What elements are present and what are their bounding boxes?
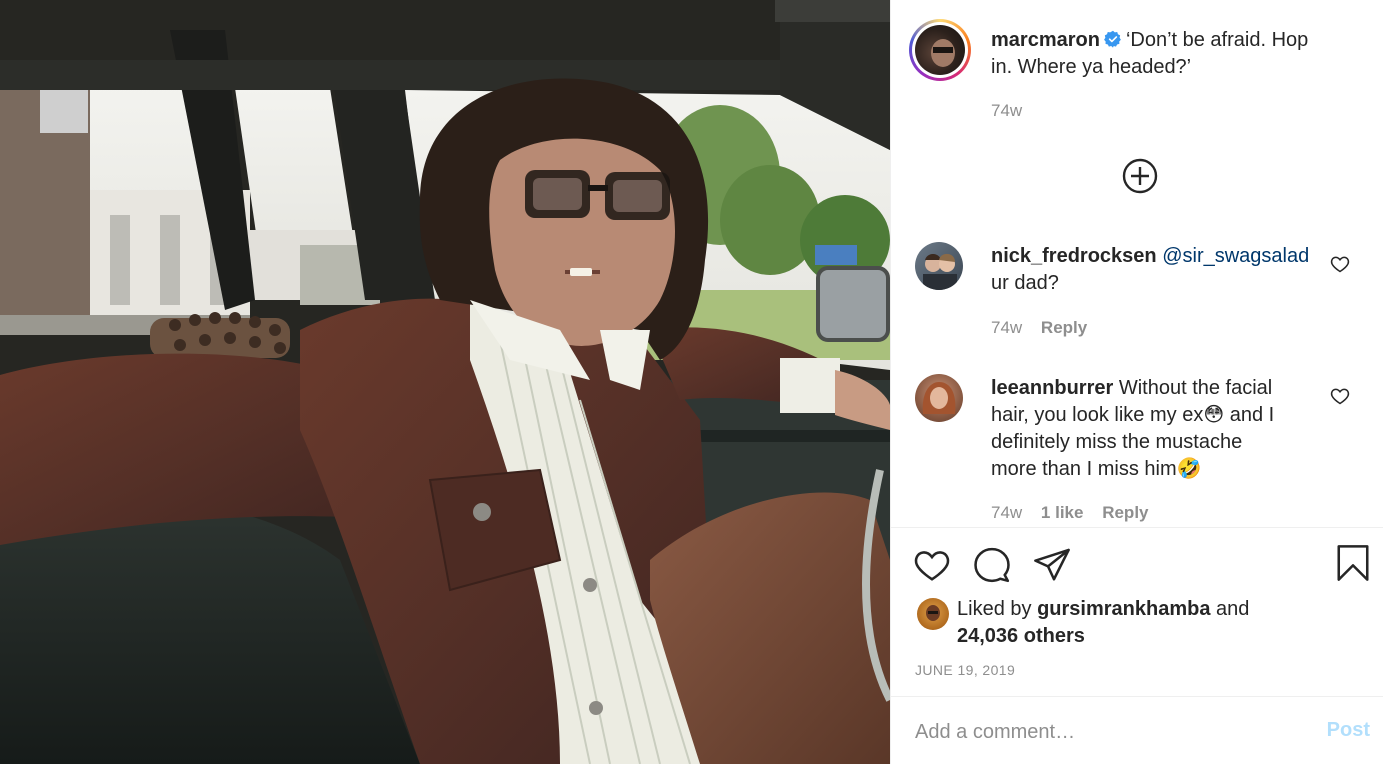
comment-bubble-icon[interactable] <box>973 546 1011 584</box>
comment-2-likes[interactable]: 1 like <box>1041 503 1084 522</box>
owner-avatar-ring[interactable] <box>909 19 971 81</box>
liker-avatar-icon <box>926 605 940 621</box>
post-comment-button[interactable]: Post <box>1327 719 1370 742</box>
comment-1-meta: 74w Reply <box>991 318 1087 338</box>
comment-form: Post <box>891 696 1383 764</box>
comment-2-heart-icon[interactable] <box>1330 386 1350 406</box>
comment-2-username[interactable]: leeannburrer <box>991 377 1113 399</box>
caption-and-comments[interactable]: marcmaron ‘Don’t be afraid. Hop in. Wher… <box>891 0 1383 527</box>
photo-illustration <box>0 0 890 764</box>
comment-avatar[interactable] <box>915 242 963 290</box>
comment-avatar[interactable] <box>915 374 963 422</box>
comment-1-reply-button[interactable]: Reply <box>1041 318 1087 337</box>
caption-line-1: ‘Don’t be afraid. Hop <box>1125 29 1309 51</box>
share-paper-plane-icon[interactable] <box>1033 546 1071 584</box>
likes-count[interactable]: 24,036 others <box>957 625 1085 647</box>
like-heart-icon[interactable] <box>913 546 951 584</box>
instagram-post: marcmaron ‘Don’t be afraid. Hop in. Wher… <box>0 0 1383 764</box>
owner-avatar <box>915 25 965 75</box>
comment-2-line-1: Without the facial <box>1118 377 1273 399</box>
comment-1-text: ur dad? <box>991 272 1059 294</box>
verified-badge-icon <box>1104 30 1121 48</box>
comment-2-line-2: hair, you look like my ex😳 and I <box>991 404 1275 426</box>
post-sidebar: marcmaron ‘Don’t be afraid. Hop in. Wher… <box>890 0 1383 764</box>
profile-avatar-icon <box>931 39 955 67</box>
liked-by-prefix: Liked by <box>957 598 1032 620</box>
comment-2: leeannburrer Without the facial hair, yo… <box>991 375 1321 483</box>
comment-input[interactable] <box>915 715 1305 749</box>
commenter-avatar-icon <box>923 253 957 290</box>
caption-line-2: in. Where ya headed?’ <box>991 56 1192 78</box>
comment-2-reply-button[interactable]: Reply <box>1102 503 1148 522</box>
comment-2-line-3: definitely miss the mustache <box>991 431 1243 453</box>
save-bookmark-icon[interactable] <box>1334 544 1372 582</box>
comment-1-mention[interactable]: @sir_swagsalad <box>1162 245 1309 267</box>
comment-1-age: 74w <box>991 318 1023 337</box>
owner-username[interactable]: marcmaron <box>991 29 1100 51</box>
liked-by: Liked by gursimrankhamba and 24,036 othe… <box>957 596 1357 650</box>
liker-avatar[interactable] <box>917 598 949 630</box>
commenter-avatar-icon <box>922 382 956 414</box>
comment-2-age: 74w <box>991 503 1023 522</box>
liked-by-and: and <box>1216 598 1250 620</box>
caption-block: marcmaron ‘Don’t be afraid. Hop in. Wher… <box>991 27 1351 81</box>
comment-2-line-4: more than I miss him🤣 <box>991 458 1202 480</box>
comment-1-heart-icon[interactable] <box>1330 254 1350 274</box>
comment-1-username[interactable]: nick_fredrocksen <box>991 245 1157 267</box>
post-date[interactable]: JUNE 19, 2019 <box>915 662 1015 678</box>
post-photo[interactable] <box>0 0 890 764</box>
liked-by-user[interactable]: gursimrankhamba <box>1037 598 1210 620</box>
plus-circle-icon[interactable] <box>1122 158 1158 194</box>
caption-age: 74w <box>991 101 1023 120</box>
comment-1: nick_fredrocksen @sir_swagsalad ur dad? <box>991 243 1321 297</box>
comment-2-meta: 74w 1 like Reply <box>991 503 1149 523</box>
